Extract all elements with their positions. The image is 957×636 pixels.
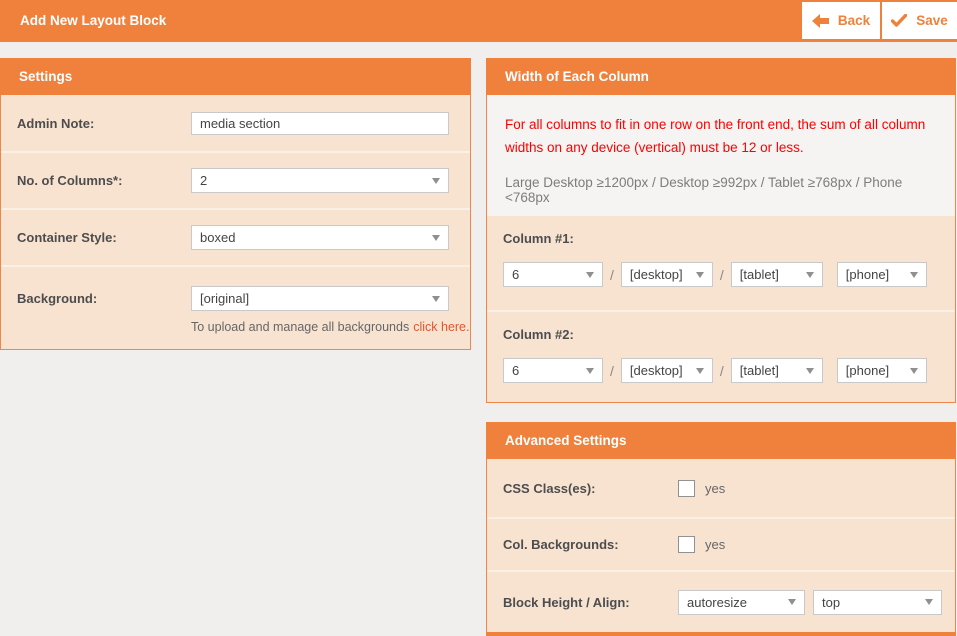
save-button-label: Save [916,13,948,28]
chevron-down-icon [788,599,796,605]
advanced-panel-body: CSS Class(es): yes Col. Backgrounds: yes… [486,459,956,632]
background-row: Background: [original] To upload and man… [1,265,470,350]
column-1-label: Column #1: [503,216,955,246]
col2-tablet-select[interactable]: [tablet] [731,358,823,383]
num-columns-select[interactable]: 2 [191,168,449,193]
back-button[interactable]: Back [802,2,880,39]
background-value: [original] [200,291,249,306]
col1-large-desktop-value: 6 [512,267,519,282]
col1-phone-value: [phone] [846,267,889,282]
col2-large-desktop-select[interactable]: 6 [503,358,603,383]
col-backgrounds-label: Col. Backgrounds: [503,537,678,552]
col-backgrounds-checkbox[interactable] [678,536,695,553]
chevron-down-icon [432,296,440,302]
css-classes-checkbox-label: yes [705,481,725,496]
slash-separator: / [720,267,724,283]
background-helper: To upload and manage all backgrounds clic… [191,320,470,334]
chevron-down-icon [806,272,814,278]
col-backgrounds-row: Col. Backgrounds: yes [487,517,955,570]
slash-separator: / [610,363,614,379]
background-label: Background: [17,291,191,306]
col2-desktop-value: [desktop] [630,363,683,378]
admin-note-row: Admin Note: [1,95,470,151]
chevron-down-icon [586,272,594,278]
chevron-down-icon [586,368,594,374]
container-style-value: boxed [200,230,235,245]
num-columns-label: No. of Columns*: [17,173,191,188]
settings-panel-body: Admin Note: No. of Columns*: 2 Container… [0,95,471,350]
width-info-box: For all columns to fit in one row on the… [487,95,955,216]
container-style-select[interactable]: boxed [191,225,449,250]
css-classes-label: CSS Class(es): [503,481,678,496]
slash-separator: / [610,267,614,283]
check-icon [891,14,907,27]
chevron-down-icon [910,272,918,278]
block-height-select[interactable]: autoresize [678,590,805,615]
advanced-panel-header: Advanced Settings [486,422,956,459]
width-panel: Width of Each Column For all columns to … [486,58,956,403]
col1-phone-select[interactable]: [phone] [837,262,927,287]
admin-note-input[interactable] [191,112,449,135]
block-height-align-row: Block Height / Align: autoresize top [487,570,955,632]
width-warning-text: For all columns to fit in one row on the… [505,113,937,159]
block-height-value: autoresize [687,595,747,610]
container-style-row: Container Style: boxed [1,208,470,265]
next-panel-header-sliver [486,632,956,636]
col1-desktop-value: [desktop] [630,267,683,282]
col2-desktop-select[interactable]: [desktop] [621,358,713,383]
col1-desktop-select[interactable]: [desktop] [621,262,713,287]
col1-tablet-select[interactable]: [tablet] [731,262,823,287]
block-align-select[interactable]: top [813,590,942,615]
css-classes-row: CSS Class(es): yes [487,459,955,517]
chevron-down-icon [806,368,814,374]
column-1-row: Column #1: 6 / [desktop] / [tablet] [pho… [487,216,955,310]
device-breakpoints-text: Large Desktop ≥1200px / Desktop ≥992px /… [505,175,935,205]
advanced-settings-panel: Advanced Settings CSS Class(es): yes Col… [486,422,956,632]
num-columns-value: 2 [200,173,207,188]
chevron-down-icon [696,272,704,278]
col2-large-desktop-value: 6 [512,363,519,378]
admin-note-label: Admin Note: [17,116,191,131]
num-columns-row: No. of Columns*: 2 [1,151,470,208]
chevron-down-icon [925,599,933,605]
top-bar: Add New Layout Block Back Save [0,0,957,42]
chevron-down-icon [910,368,918,374]
width-panel-header: Width of Each Column [486,58,956,95]
col-backgrounds-checkbox-label: yes [705,537,725,552]
background-select[interactable]: [original] [191,286,449,311]
settings-panel-header: Settings [0,58,471,95]
css-classes-checkbox[interactable] [678,480,695,497]
col2-phone-value: [phone] [846,363,889,378]
col2-tablet-value: [tablet] [740,363,779,378]
column-2-label: Column #2: [503,312,955,342]
chevron-down-icon [432,178,440,184]
click-here-link[interactable]: click here. [413,320,469,334]
arrow-left-icon [812,14,829,28]
col1-tablet-value: [tablet] [740,267,779,282]
col1-large-desktop-select[interactable]: 6 [503,262,603,287]
block-height-align-label: Block Height / Align: [503,595,678,610]
container-style-label: Container Style: [17,230,191,245]
block-align-value: top [822,595,840,610]
slash-separator: / [720,363,724,379]
column-2-row: Column #2: 6 / [desktop] / [tablet] [pho… [487,310,955,402]
chevron-down-icon [432,235,440,241]
background-helper-text: To upload and manage all backgrounds [191,320,409,334]
chevron-down-icon [696,368,704,374]
col2-phone-select[interactable]: [phone] [837,358,927,383]
width-panel-body: For all columns to fit in one row on the… [486,95,956,403]
settings-panel: Settings Admin Note: No. of Columns*: 2 … [0,58,471,350]
save-button[interactable]: Save [882,2,957,39]
page-title: Add New Layout Block [20,0,166,42]
back-button-label: Back [838,13,870,28]
